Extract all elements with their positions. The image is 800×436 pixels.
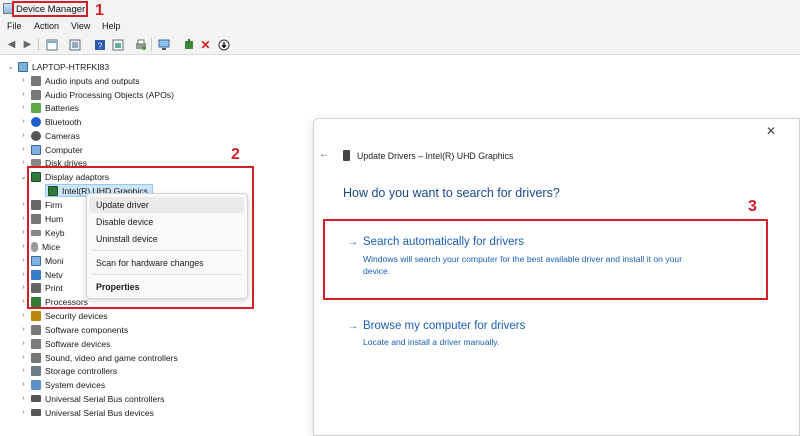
show-hidden-icon[interactable] [68,38,81,51]
software-component-icon [31,324,41,335]
tree-item-label: Audio Processing Objects (APOs) [45,89,174,100]
expand-chevron-icon[interactable]: › [19,146,28,153]
tree-root[interactable]: ⌄ LAPTOP-HTRFKI83 [6,60,109,73]
tree-item-label: Universal Serial Bus controllers [45,393,165,404]
back-arrow-icon[interactable]: ◀ [5,38,18,51]
tree-item-computer[interactable]: › Computer [19,143,83,156]
expand-chevron-icon[interactable]: › [19,104,28,111]
close-icon[interactable]: ✕ [766,124,776,138]
tree-item-label: Security devices [45,310,108,321]
tree-item-batteries[interactable]: › Batteries [19,101,79,114]
tree-item-usb-devices[interactable]: › Universal Serial Bus devices [19,406,154,419]
menu-action[interactable]: Action [34,21,59,31]
bluetooth-icon [31,116,41,127]
tree-item-label: Computer [45,144,83,155]
expand-chevron-icon[interactable]: › [19,381,28,388]
tree-item-cameras[interactable]: › Cameras [19,129,80,142]
menu-file[interactable]: File [7,21,22,31]
forward-arrow-icon[interactable]: ▶ [21,38,34,51]
tree-item-system-devices[interactable]: › System devices [19,378,105,391]
menu-view[interactable]: View [71,21,90,31]
tree-item-label: Software devices [45,338,111,349]
toolbar-separator [151,38,152,51]
tree-item-label: Universal Serial Bus devices [45,407,154,418]
annotation-number-2: 2 [231,146,240,163]
tree-item-software-devices[interactable]: › Software devices [19,337,110,350]
speaker-icon [31,352,41,363]
expand-chevron-icon[interactable]: › [19,354,28,361]
tree-item-storage-controllers[interactable]: › Storage controllers [19,364,117,377]
annotation-box-1 [12,1,88,17]
print-icon[interactable] [134,38,147,51]
expand-chevron-icon[interactable]: › [19,91,28,98]
expand-chevron-icon[interactable]: › [19,326,28,333]
expand-chevron-icon[interactable]: › [19,409,28,416]
expand-chevron-icon[interactable]: › [19,395,28,402]
uninstall-icon[interactable]: ✕ [199,38,212,51]
tree-item-software-components[interactable]: › Software components [19,323,128,336]
help-icon[interactable]: ? [93,38,106,51]
dialog-header: Update Drivers – Intel(R) UHD Graphics [357,151,514,161]
expand-chevron-icon[interactable]: › [19,367,28,374]
battery-icon [31,102,41,113]
tree-item-security-devices[interactable]: › Security devices [19,309,108,322]
expand-chevron-icon[interactable]: › [19,312,28,319]
camera-icon [31,130,41,141]
back-arrow-icon[interactable]: ← [319,149,329,160]
toolbar-separator [38,38,39,51]
tree-item-label: Storage controllers [45,365,118,376]
tree-item-apos[interactable]: › Audio Processing Objects (APOs) [19,88,174,101]
usb-icon [31,409,41,416]
disk-drive-icon [31,159,41,166]
expand-chevron-icon[interactable]: › [19,159,28,166]
tree-item-label: Software components [45,324,129,335]
scan-hardware-icon[interactable] [157,38,170,51]
dialog-question: How do you want to search for drivers? [343,186,560,200]
tree-item-label: Cameras [45,130,80,141]
expand-chevron-icon[interactable]: › [19,340,28,347]
svg-text:?: ? [97,41,102,50]
usb-icon [31,395,41,402]
menu-help[interactable]: Help [102,21,121,31]
browse-computer-desc: Locate and install a driver manually. [363,337,500,347]
speaker-icon [31,75,41,86]
tree-item-label: Batteries [45,102,79,113]
computer-icon [18,61,28,72]
speaker-icon [31,89,41,100]
system-device-icon [31,379,41,390]
annotation-box-3 [323,219,768,300]
title-bar [0,0,800,18]
update-icon[interactable] [217,38,230,51]
browse-computer-title[interactable]: Browse my computer for drivers [363,320,525,332]
tree-item-audio-inputs[interactable]: › Audio inputs and outputs [19,74,140,87]
tree-item-sound-video[interactable]: › Sound, video and game controllers [19,351,178,364]
software-device-icon [31,338,41,349]
tree-item-label: Audio inputs and outputs [45,75,140,86]
expand-chevron-icon[interactable]: › [19,118,28,125]
view-icon[interactable] [111,38,124,51]
collapse-chevron-icon[interactable]: ⌄ [6,63,15,71]
tree-item-label: Bluetooth [45,116,82,127]
annotation-box-2 [27,166,254,309]
tree-item-bluetooth[interactable]: › Bluetooth [19,115,81,128]
display-adapter-icon [343,150,350,161]
security-icon [31,310,41,321]
tree-item-label: Sound, video and game controllers [45,352,178,363]
tree-root-label: LAPTOP-HTRFKI83 [32,61,110,72]
tree-item-usb-controllers[interactable]: › Universal Serial Bus controllers [19,392,164,405]
storage-icon [31,365,41,376]
arrow-right-icon: → [348,321,358,332]
expand-chevron-icon[interactable]: › [19,132,28,139]
add-driver-icon[interactable] [182,38,195,51]
expand-chevron-icon[interactable]: › [19,77,28,84]
monitor-icon [31,144,41,155]
annotation-number-3: 3 [748,198,757,215]
tree-item-label: System devices [45,379,106,390]
properties-icon[interactable] [45,38,58,51]
